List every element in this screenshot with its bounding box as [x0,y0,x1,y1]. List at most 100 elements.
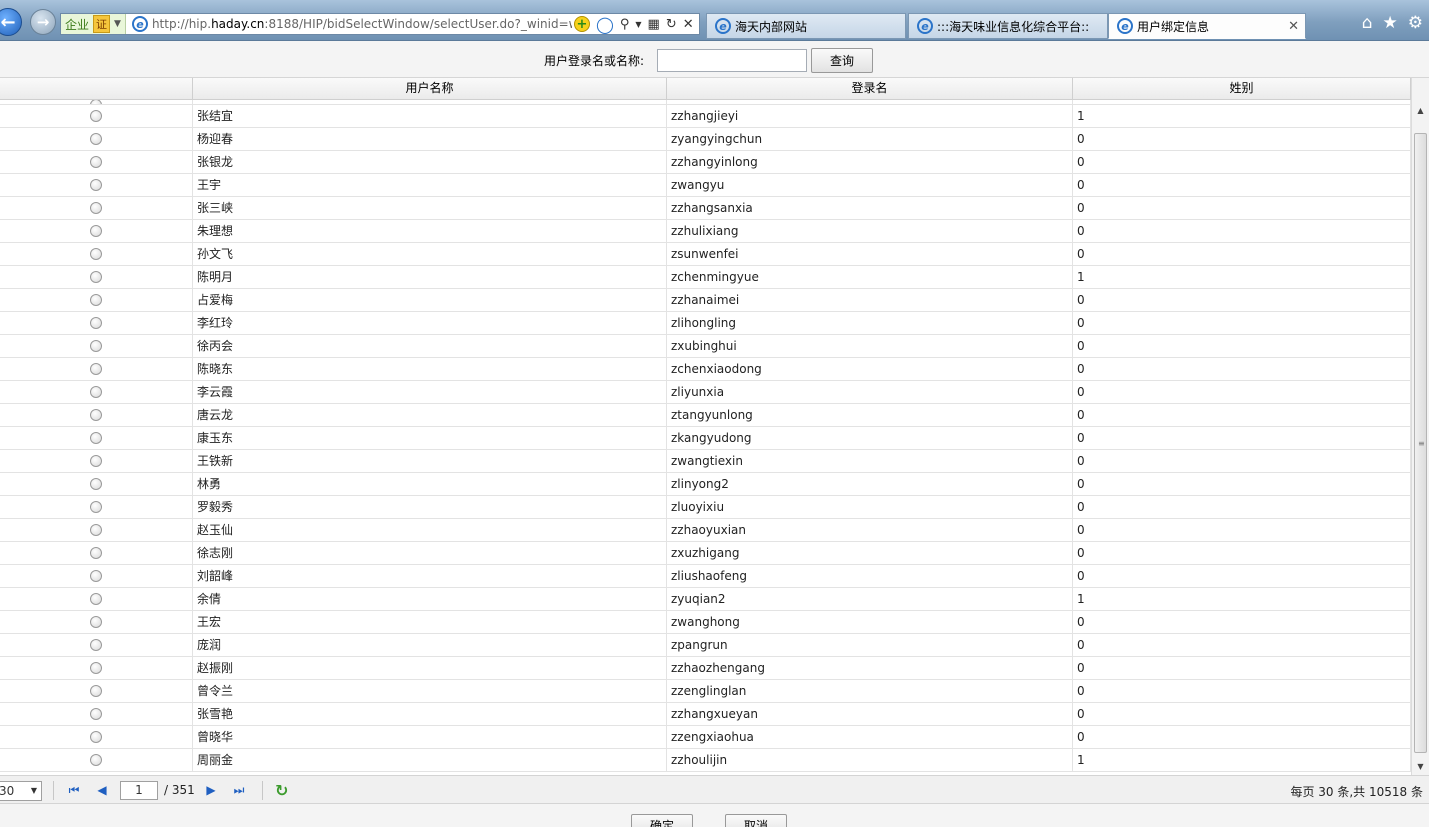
row-radio[interactable] [90,455,102,467]
table-row[interactable]: 张三峡 zzhangsanxia 0 [0,197,1411,220]
table-row[interactable]: 占爱梅 zzhanaimei 0 [0,289,1411,312]
row-radio[interactable] [90,685,102,697]
table-row[interactable]: 王宏 zwanghong 0 [0,611,1411,634]
row-radio[interactable] [90,248,102,260]
row-radio[interactable] [90,432,102,444]
address-bar[interactable]: 企业 证 ▼ e http://hip.haday.cn:8188/HIP/bi… [60,13,700,35]
prev-page-icon[interactable]: ◀ [94,782,110,798]
table-row[interactable]: 赵振刚 zzhaozhengang 0 [0,657,1411,680]
row-radio[interactable] [90,731,102,743]
row-radio[interactable] [90,202,102,214]
home-icon[interactable]: ⌂ [1362,13,1373,33]
table-row[interactable]: 林勇 zlinyong2 0 [0,473,1411,496]
cell-gender: 1 [1073,266,1411,288]
refresh-icon[interactable]: ↻ [275,781,288,800]
tab-user-binding[interactable]: e 用户绑定信息 ✕ [1108,13,1306,39]
table-row[interactable]: 王铁新 zwangtiexin 0 [0,450,1411,473]
table-row[interactable]: 周丽金 zzhoulijin 1 [0,749,1411,772]
ie-tab-icon: e [917,18,933,34]
row-radio[interactable] [90,156,102,168]
table-row[interactable]: 陈明月 zchenmingyue 1 [0,266,1411,289]
row-radio[interactable] [90,616,102,628]
last-page-icon[interactable]: ⏭ [231,782,247,798]
table-row[interactable]: 刘韶峰 zliushaofeng 0 [0,565,1411,588]
chevron-down-icon[interactable]: ▼ [114,19,121,29]
table-row[interactable]: 王宇 zwangyu 0 [0,174,1411,197]
table-row[interactable]: 张结宜 zzhangjieyi 1 [0,105,1411,128]
page-size-select[interactable]: 30 ▼ [0,781,42,801]
scroll-up-icon[interactable]: ▲ [1412,102,1429,119]
close-tab-icon[interactable]: ✕ [1288,19,1299,34]
compatibility-icon[interactable]: + [573,16,590,32]
row-radio[interactable] [90,294,102,306]
row-radio[interactable] [90,225,102,237]
back-button[interactable]: ← [0,8,22,36]
row-radio[interactable] [90,708,102,720]
table-row[interactable]: 张银龙 zzhangyinlong 0 [0,151,1411,174]
scroll-thumb[interactable]: ≡ [1414,133,1427,753]
header-user-name[interactable]: 用户名称 [193,78,667,100]
table-row[interactable]: 曾令兰 zzenglinglan 0 [0,680,1411,703]
confirm-button[interactable]: 确定 [631,814,693,827]
row-radio[interactable] [90,409,102,421]
tab-intranet[interactable]: e 海天内部网站 [706,13,906,39]
table-row[interactable]: 陈晓东 zchenxiaodong 0 [0,358,1411,381]
row-radio[interactable] [90,570,102,582]
row-radio[interactable] [90,340,102,352]
table-row[interactable]: 唐云龙 ztangyunlong 0 [0,404,1411,427]
row-radio[interactable] [90,100,102,104]
vertical-scrollbar[interactable]: ▲ ≡ ▼ [1411,78,1429,775]
first-page-icon[interactable]: ⏮ [66,782,82,798]
table-row[interactable]: 徐丙会 zxubinghui 0 [0,335,1411,358]
row-radio[interactable] [90,662,102,674]
row-radio[interactable] [90,754,102,766]
query-button[interactable]: 查询 [811,48,873,73]
cancel-button[interactable]: 取消 [725,814,787,827]
page-number-input[interactable]: 1 [120,781,158,800]
tab-platform[interactable]: e :::海天味业信息化综合平台:: [908,13,1108,39]
row-radio[interactable] [90,179,102,191]
row-radio[interactable] [90,593,102,605]
favorites-star-icon[interactable]: ★ [1383,13,1398,33]
row-radio[interactable] [90,478,102,490]
table-row[interactable]: 徐志刚 zxuzhigang 0 [0,542,1411,565]
chevron-down-icon[interactable]: ▼ [635,20,641,29]
table-row[interactable]: 赵玉仙 zzhaoyuxian 0 [0,519,1411,542]
cell-user-name: 王宏 [193,611,667,633]
row-radio[interactable] [90,133,102,145]
table-row[interactable]: 张雪艳 zzhangxueyan 0 [0,703,1411,726]
table-row[interactable]: 李红玲 zlihongling 0 [0,312,1411,335]
header-gender[interactable]: 姓别 [1073,78,1411,100]
row-radio[interactable] [90,110,102,122]
row-radio[interactable] [90,317,102,329]
table-row[interactable]: 康玉东 zkangyudong 0 [0,427,1411,450]
table-row[interactable]: 余倩 zyuqian2 1 [0,588,1411,611]
search-input[interactable] [657,49,807,72]
row-radio[interactable] [90,386,102,398]
table-row[interactable]: 朱理想 zzhulixiang 0 [0,220,1411,243]
refresh-icon[interactable]: ↻ [666,17,677,32]
header-login-name[interactable]: 登录名 [667,78,1073,100]
url-text[interactable]: http://hip.haday.cn:8188/HIP/bidSelectWi… [152,17,572,31]
next-page-icon[interactable]: ▶ [203,782,219,798]
shield-icon[interactable]: ◯ [596,15,614,34]
search-icon[interactable]: ⚲ [620,17,630,32]
stop-icon[interactable]: ✕ [683,17,694,32]
row-radio[interactable] [90,524,102,536]
forward-button[interactable]: → [30,9,56,35]
scroll-down-icon[interactable]: ▼ [1412,758,1429,775]
table-row[interactable]: 孙文飞 zsunwenfei 0 [0,243,1411,266]
table-row[interactable]: 罗毅秀 zluoyixiu 0 [0,496,1411,519]
table-row[interactable]: 李云霞 zliyunxia 0 [0,381,1411,404]
certificate-badge[interactable]: 企业 证 ▼ [61,14,126,34]
table-row[interactable]: 庞润 zpangrun 0 [0,634,1411,657]
compat-view-icon[interactable]: ▦ [648,17,660,32]
row-radio[interactable] [90,639,102,651]
table-row[interactable]: 曾晓华 zzengxiaohua 0 [0,726,1411,749]
row-radio[interactable] [90,363,102,375]
row-radio[interactable] [90,547,102,559]
gear-icon[interactable]: ⚙ [1408,13,1423,33]
table-row[interactable]: 杨迎春 zyangyingchun 0 [0,128,1411,151]
row-radio[interactable] [90,501,102,513]
row-radio[interactable] [90,271,102,283]
